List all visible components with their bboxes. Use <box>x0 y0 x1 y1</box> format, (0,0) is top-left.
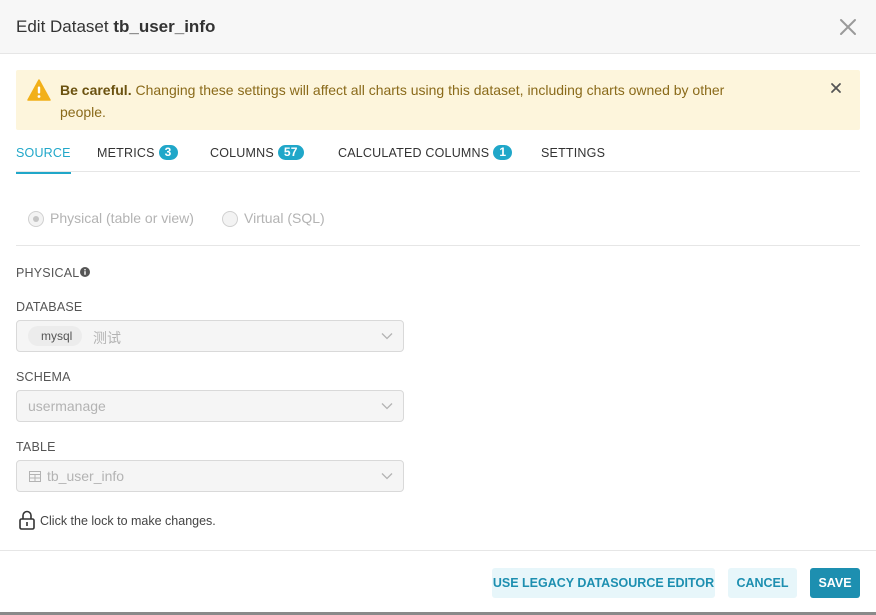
table-icon <box>29 471 41 482</box>
schema-label: SCHEMA <box>16 370 71 384</box>
tab-columns-badge: 57 <box>277 145 304 160</box>
close-icon[interactable] <box>837 16 859 38</box>
tab-source-label: SOURCE <box>16 146 71 160</box>
edit-dataset-modal: Edit Dataset tb_user_info Be careful. Ch… <box>0 0 876 615</box>
tab-calculated-columns-label: CALCULATED COLUMNS <box>338 146 490 160</box>
tab-source[interactable]: SOURCE <box>16 142 71 174</box>
schema-value: usermanage <box>28 398 106 414</box>
warning-body: Changing these settings will affect all … <box>60 82 725 120</box>
chevron-down-icon <box>381 333 393 340</box>
table-label: TABLE <box>16 440 56 454</box>
physical-section-label: PHYSICAL <box>16 266 80 280</box>
table-select[interactable]: tb_user_info <box>16 460 404 492</box>
schema-select[interactable]: usermanage <box>16 390 404 422</box>
tab-metrics[interactable]: METRICS 3 <box>97 142 178 174</box>
tab-metrics-badge: 3 <box>158 145 178 160</box>
tab-metrics-label: METRICS <box>97 146 155 160</box>
modal-header: Edit Dataset tb_user_info <box>0 0 876 54</box>
modal-title: Edit Dataset tb_user_info <box>16 17 215 37</box>
modal-footer: USE LEGACY DATASOURCE EDITOR CANCEL SAVE <box>0 550 876 615</box>
tab-settings-label: SETTINGS <box>541 146 606 160</box>
chevron-down-icon <box>381 473 393 480</box>
radio-virtual-dot[interactable] <box>222 211 238 227</box>
radio-physical-label: Physical (table or view) <box>50 210 194 226</box>
info-icon[interactable] <box>80 267 90 277</box>
tab-calculated-columns-badge: 1 <box>493 145 513 160</box>
radio-physical-dot[interactable] <box>28 211 44 227</box>
table-value: tb_user_info <box>47 468 125 484</box>
radio-virtual-label: Virtual (SQL) <box>244 210 325 226</box>
database-select[interactable]: mysql 测试 <box>16 320 404 352</box>
tab-settings[interactable]: SETTINGS <box>541 142 605 174</box>
alert-close-icon[interactable] <box>829 81 843 95</box>
chevron-down-icon <box>381 403 393 410</box>
dataset-name: tb_user_info <box>113 17 216 36</box>
lock-icon[interactable] <box>19 510 35 530</box>
title-prefix: Edit Dataset <box>16 17 109 36</box>
warning-alert: Be careful. Changing these settings will… <box>16 70 860 130</box>
use-legacy-editor-button[interactable]: USE LEGACY DATASOURCE EDITOR <box>492 568 715 598</box>
warning-icon <box>27 79 51 101</box>
warning-strong: Be careful. <box>60 82 132 98</box>
database-label: DATABASE <box>16 300 83 314</box>
lock-hint: Click the lock to make changes. <box>40 514 216 528</box>
tab-columns-label: COLUMNS <box>210 146 274 160</box>
tab-calculated-columns[interactable]: CALCULATED COLUMNS 1 <box>338 142 513 174</box>
cancel-button[interactable]: CANCEL <box>728 568 797 598</box>
section-divider <box>16 245 860 246</box>
database-name: 测试 <box>93 330 121 346</box>
dataset-tabs: SOURCE METRICS 3 COLUMNS 57 CALCULATED COL… <box>16 140 860 174</box>
database-backend-tag: mysql <box>28 326 83 346</box>
warning-message: Be careful. Changing these settings will… <box>60 79 750 123</box>
save-button[interactable]: SAVE <box>810 568 860 598</box>
tab-columns[interactable]: COLUMNS 57 <box>210 142 304 174</box>
